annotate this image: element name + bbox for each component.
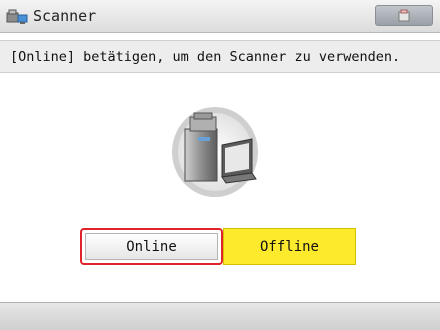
online-button-label: Online [126, 238, 177, 255]
offline-button[interactable]: Offline [223, 228, 356, 265]
status-footer [0, 302, 440, 330]
scanner-app-icon [6, 6, 28, 26]
offline-button-label: Offline [259, 238, 319, 255]
online-button[interactable]: Online [80, 228, 223, 265]
device-status-button[interactable] [375, 5, 433, 26]
instruction-text: [Online] betätigen, um den Scanner zu ve… [10, 49, 401, 65]
scanner-computer-icon [170, 107, 270, 197]
window-title: Scanner [33, 7, 97, 25]
instruction-band: [Online] betätigen, um den Scanner zu ve… [0, 40, 440, 73]
title-bar: Scanner [0, 0, 440, 33]
device-status-icon [398, 9, 410, 22]
